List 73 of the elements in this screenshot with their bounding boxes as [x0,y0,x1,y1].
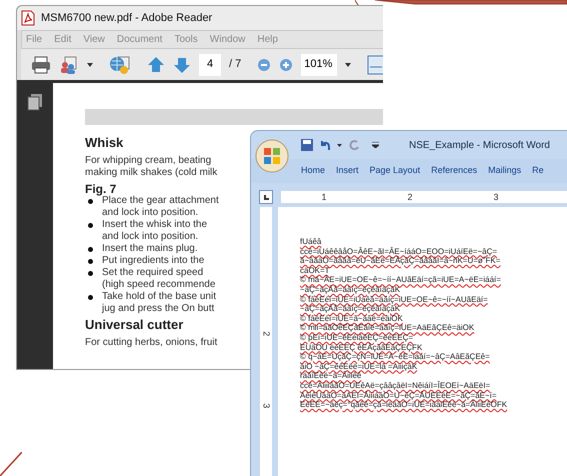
window-title: MSM6700 new.pdf - Adobe Reader [41,10,212,26]
page-number-field[interactable]: 4 [199,54,221,76]
globe-icon[interactable] [109,54,131,74]
list-item-text: jug and press the On butt [102,303,214,315]
users-icon[interactable] [59,56,79,74]
ribbon-tab[interactable]: Insert [336,164,359,178]
document-line: räâîEêë~ä=Âiiiêê [300,371,362,381]
document-line: ~âÇ=äçÂå=äâíç=éçëãíäçâK [300,304,400,314]
document-line: cäOK=T [300,266,330,275]
document-line: © mä~ÂE=iUE=OE~ê=~íí~AUãEäí=çã=iUE=A~ëE=iááí= [300,275,501,285]
ribbon-tab[interactable]: Mailings [488,164,522,178]
document-line: ã~âåäO=ãåãå=ëU~ãEë=EÂçâÇ=ãåååI=ã~ñK=U=ø˚FK= [300,256,500,266]
bullet-icon [88,259,93,264]
ribbon-tab[interactable]: Re [532,164,544,178]
document-line: © pEí=iUE=êEéiâêEÇ=ëéEEÇ= [300,332,414,343]
list-item-text: Put ingredients into the [102,255,204,267]
document-line: ~âÇ=äçÂå=äâíç=éçëãíäçâK [300,284,400,295]
document-line: EUäOU ëéEEÇ êEÂçããEâÇEÇFK [300,342,422,352]
list-item-text: Insert the whisk into the [102,219,208,231]
caret-icon[interactable] [345,62,352,66]
list-item-text: Place the gear attachment [102,195,219,207]
document-line: ccê=iUáêêâåO=ÂêE~ãI=ÂE~íááO=EOO=iUáíEë=~âÇ= [300,246,498,256]
paragraph: For cutting herbs, onions, fruit [85,337,218,349]
down-arrow-icon[interactable] [173,56,191,74]
zoom-in-icon[interactable] [279,58,294,72]
document-line: © fâëEéí=iUE=iUáêâ=äâíç=iUE=OE~ê=~íí~AUãEäí= [300,294,488,304]
ribbon-tab[interactable]: Page Layout [370,164,420,178]
paragraph: For whipping cream, beating [85,155,212,167]
fit-width-icon[interactable] [367,54,383,74]
pdf-icon [21,10,35,26]
list-item-text: Insert the mains plug. [102,243,198,255]
bullet-icon [88,223,93,228]
document-line: fUáêâ [300,237,322,247]
bullet-icon [88,247,93,252]
caret-icon[interactable] [87,62,93,66]
list-item-text: Take hold of the base unit [102,291,216,303]
list-item-text: and lock into position. [102,231,198,243]
print-icon[interactable] [31,56,51,74]
list-item-text: and lock into position. [102,207,198,219]
list-item-text: (high speed recommende [102,279,216,291]
document-line: © fâëEéí=iUE=ã~äâë=éäiOK [300,314,403,324]
up-arrow-icon[interactable] [147,56,165,74]
caret-icon[interactable] [337,144,342,146]
section-heading: Universal cutter [85,319,184,331]
page-total: / 7 [229,57,242,72]
document-line: AêiêUâäO=âAEI=ÂiiiáâO=U~êÇ=ÂUEEëE=~âÇ=ãE~í= [300,390,497,400]
pages-icon[interactable] [27,93,43,111]
bullet-icon [88,295,93,300]
document-line: ccê=ÂiiiiâåO=UEêAë=çââçâëI=NêiáíI=ÎEOEí~AäEëI= [300,380,490,390]
document-line: EéEE=~äëç=°qâêê=çã=iëäâO=iUE=iââiEêë~ä=ÂiiiEêOFK [300,400,508,410]
ruler-number: 3 [260,402,273,408]
ribbon-tab[interactable]: Home [301,164,326,178]
ruler-number: 2 [260,331,273,336]
document-line: © q~âE=UçâÇ=çN=iUE=A~ëE=iááí=~âÇ=AâEãÇEê= [300,352,490,362]
ruler-number: 2 [407,192,412,202]
paragraph: making milk shakes (cold milk [85,167,218,179]
zoom-out-icon[interactable] [257,58,272,72]
zoom-field[interactable]: 101% [301,54,338,76]
list-item-text: Set the required speed [102,267,204,279]
ruler-number: 1 [321,192,326,202]
undo-icon[interactable] [319,139,331,151]
bullet-icon [88,271,93,276]
ribbon-tab[interactable]: References [431,164,478,178]
bullet-icon [88,199,93,204]
tab-stop-selector[interactable] [259,190,273,204]
window-title: NSE_Example - Microsoft Word [409,138,550,152]
section-heading: Whisk [85,137,124,149]
save-icon[interactable] [301,139,313,151]
figure-label: Fig. 7 [85,183,116,195]
document-line: äiO ~âÇ=éêEëë=iUE=lâ =AiiiçâK [300,362,418,371]
ruler-number: 3 [493,192,498,202]
customize-icon[interactable] [372,142,379,148]
document-line: © mii=äâOêEÇáEâíë=äâíç=iUE=AäEãÇEê=äiOK [300,323,474,333]
